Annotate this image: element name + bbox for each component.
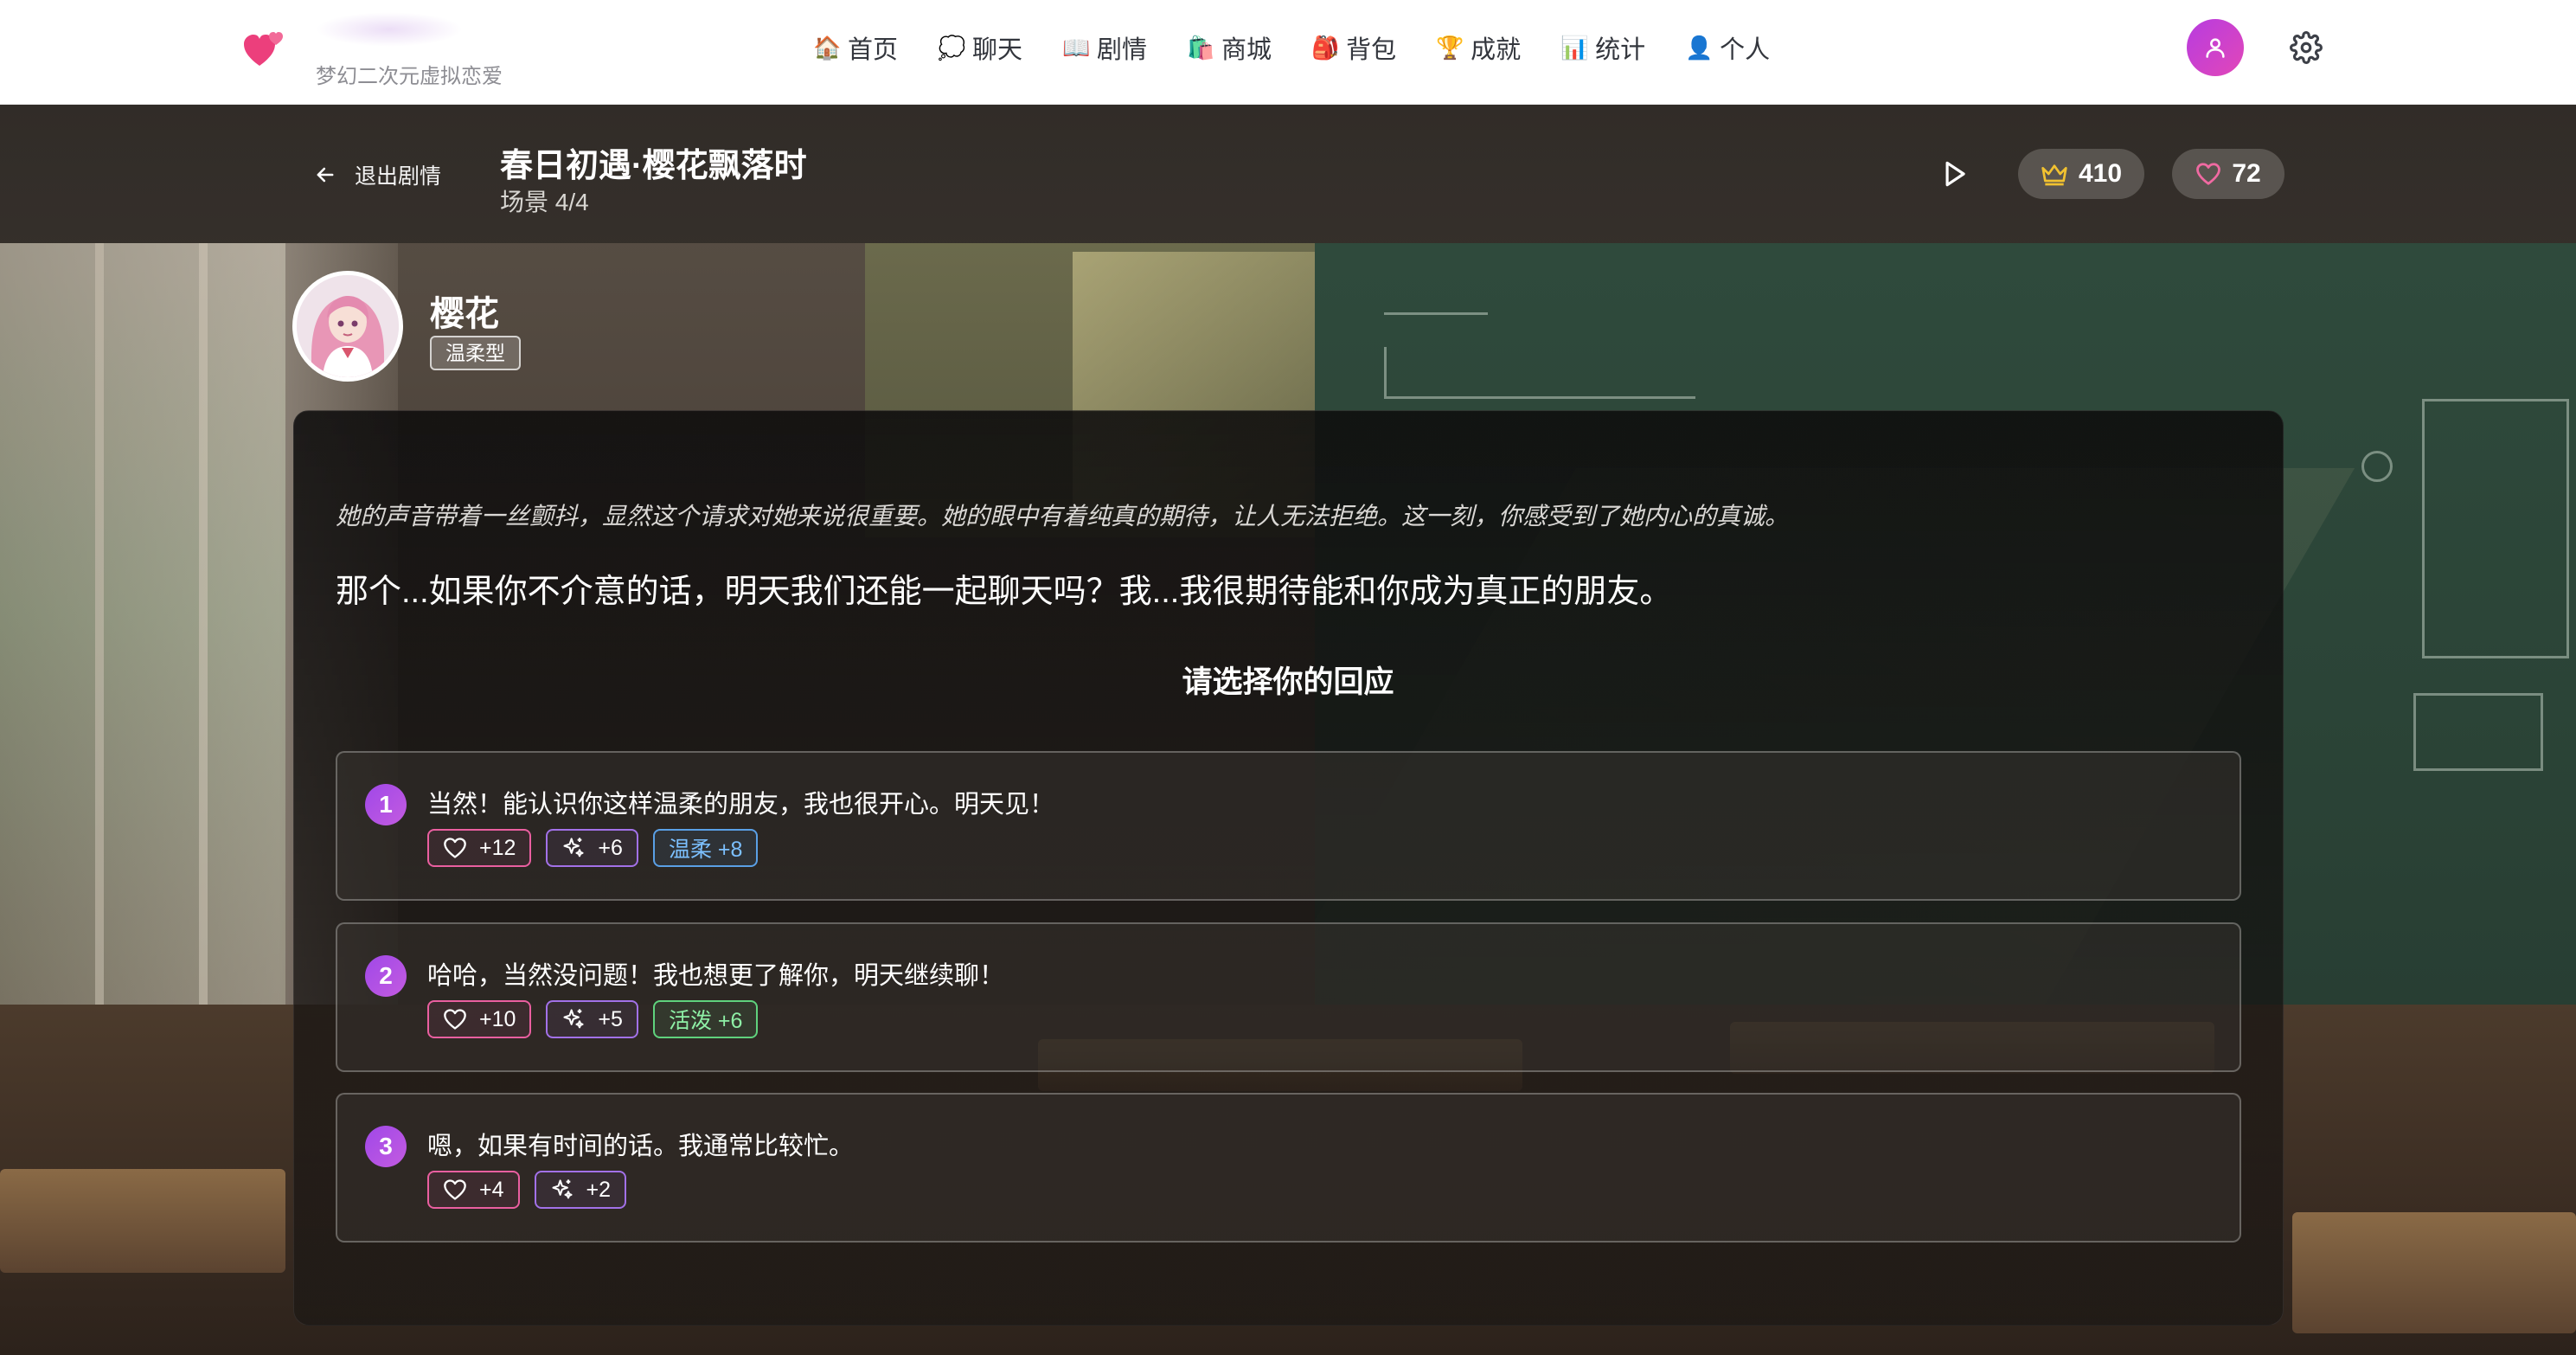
sparkles-icon [563,1009,584,1029]
sparkle-effect-tag: +2 [534,1171,627,1209]
nav-item-backpack[interactable]: 🎒 背包 [1311,26,1396,69]
affection-value: +4 [479,1177,504,1202]
sparkle-value: +6 [598,835,623,860]
top-navigation: 梦幻二次元虚拟恋爱 🏠 首页 💭 聊天 📖 剧情 🛍️ 商城 🎒 背包 🏆 成就… [0,0,2576,105]
nav-item-label: 背包 [1346,36,1397,64]
character-name: 樱花 [430,295,499,333]
nav-item-story[interactable]: 📖 剧情 [1062,26,1147,69]
desk [2292,1212,2576,1333]
choice-option-2[interactable]: 2 哈哈，当然没问题！我也想更了解你，明天继续聊！ +10 +5 活泼 +6 [336,922,2241,1072]
sparkles-icon [551,1179,573,1199]
narration-text: 她的声音带着一丝颤抖，显然这个请求对她来说很重要。她的眼中有着纯真的期待，让人无… [336,503,1790,530]
bar-chart-icon: 📊 [1560,35,1589,61]
book-icon: 📖 [1062,35,1091,61]
choice-number: 1 [365,784,407,825]
nav-item-home[interactable]: 🏠 首页 [813,26,898,69]
crown-icon [2041,164,2067,186]
crown-count: 410 [2078,159,2123,188]
character-avatar [292,271,403,382]
choice-effects: +12 +6 温柔 +8 [427,829,759,867]
nav-item-label: 成就 [1471,36,1522,64]
choice-option-3[interactable]: 3 嗯，如果有时间的话。我通常比较忙。 +4 +2 [336,1093,2241,1243]
user-avatar-button[interactable] [2187,19,2244,76]
choice-text: 当然！能认识你这样温柔的朋友，我也很开心。明天见！ [427,791,1055,819]
sparkle-effect-tag: +6 [546,829,638,867]
crown-points-badge: 410 [2018,149,2144,199]
exit-story-button[interactable]: 退出剧情 [313,156,441,194]
heart-count: 72 [2232,159,2261,188]
choice-effects: +10 +5 活泼 +6 [427,1000,759,1038]
choice-number: 2 [365,955,407,997]
house-icon: 🏠 [813,35,842,61]
choose-response-heading: 请选择你的回应 [1182,665,1394,699]
choice-option-1[interactable]: 1 当然！能认识你这样温柔的朋友，我也很开心。明天见！ +12 +6 温柔 +8 [336,751,2241,901]
user-icon [2206,38,2225,58]
affection-value: +10 [479,1006,516,1031]
play-icon[interactable] [1938,157,1970,190]
nav-item-chat[interactable]: 💭 聊天 [938,26,1022,69]
gear-icon[interactable] [2290,31,2323,64]
sparkle-value: +5 [598,1006,623,1031]
affection-badge: 72 [2172,149,2284,199]
nav-item-stats[interactable]: 📊 统计 [1560,26,1645,69]
sparkles-icon [563,838,584,857]
nav-item-achievements[interactable]: 🏆 成就 [1436,26,1521,69]
trait-effect-tag: 温柔 +8 [652,829,759,867]
heart-icon [2196,163,2221,185]
sparkle-value: +2 [586,1177,612,1202]
desk [0,1169,285,1273]
hearts-logo-icon[interactable] [242,26,287,71]
nav-item-label: 剧情 [1097,36,1148,64]
trophy-icon: 🏆 [1436,35,1464,61]
affection-effect-tag: +12 [427,829,532,867]
speech-bubble-icon: 💭 [938,35,966,61]
affection-value: +12 [479,835,516,860]
character-portrait [297,275,399,377]
choice-text: 哈哈，当然没问题！我也想更了解你，明天继续聊！ [427,962,1005,990]
nav-item-shop[interactable]: 🛍️ 商城 [1187,26,1272,69]
personality-tag: 温柔型 [430,336,521,370]
affection-effect-tag: +10 [427,1000,532,1038]
nav-item-label: 首页 [848,36,899,64]
app-subtitle: 梦幻二次元虚拟恋爱 [316,65,503,88]
app-name-blurred [316,12,463,47]
nav-item-label: 商城 [1221,36,1272,64]
nav-item-label: 聊天 [972,36,1023,64]
scene-progress: 场景 4/4 [500,189,589,215]
trait-effect-tag: 活泼 +6 [652,1000,759,1038]
heart-icon [444,838,466,858]
affection-effect-tag: +4 [427,1171,520,1209]
story-title: 春日初遇·樱花飘落时 [500,148,807,184]
nav-item-label: 统计 [1595,36,1646,64]
heart-icon [444,1009,466,1030]
choice-text: 嗯，如果有时间的话。我通常比较忙。 [427,1133,855,1160]
nav-item-profile[interactable]: 👤 个人 [1685,26,1770,69]
choice-effects: +4 +2 [427,1171,627,1209]
arrow-left-icon [317,167,334,183]
backpack-icon: 🎒 [1311,35,1340,61]
shopping-bags-icon: 🛍️ [1187,35,1215,61]
character-speech: 那个...如果你不介意的话，明天我们还能一起聊天吗？我...我很期待能和你成为真… [336,574,1673,610]
heart-icon [444,1179,466,1200]
trait-value: 活泼 +6 [668,1009,743,1033]
nav-menu: 🏠 首页 💭 聊天 📖 剧情 🛍️ 商城 🎒 背包 🏆 成就 📊 统计 👤 个人 [813,26,1810,69]
exit-story-label: 退出剧情 [355,164,442,189]
trait-value: 温柔 +8 [668,838,743,862]
nav-item-label: 个人 [1720,36,1771,64]
person-icon: 👤 [1685,35,1714,61]
sparkle-effect-tag: +5 [546,1000,638,1038]
choice-number: 3 [365,1126,407,1167]
